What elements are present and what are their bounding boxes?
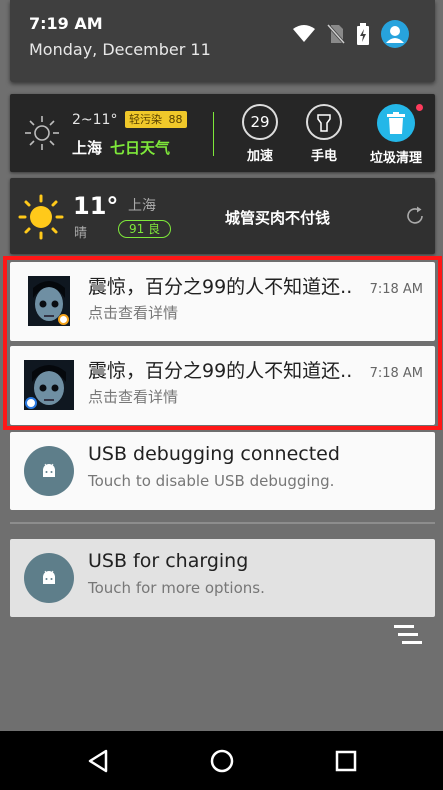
- usb-debug-subtitle: Touch to disable USB debugging.: [88, 472, 335, 490]
- notification-subtitle: 点击查看详情: [88, 304, 179, 322]
- news-notification[interactable]: 震惊，百分之99的人不知道还.. 点击查看详情 7:18 AM: [10, 346, 435, 425]
- sun-icon: [18, 194, 64, 240]
- usb-charging-subtitle: Touch for more options.: [88, 579, 265, 597]
- sun-outline-icon: [25, 116, 59, 150]
- boost-label: 加速: [246, 149, 273, 164]
- notification-time: 7:18 AM: [369, 282, 423, 297]
- news-headline[interactable]: 城管买肉不付钱: [225, 207, 330, 228]
- no-sim-icon: [327, 24, 345, 44]
- date-label: Monday, December 11: [29, 40, 211, 59]
- clock: 7:19 AM: [29, 14, 103, 33]
- trash-icon: [387, 112, 405, 134]
- wifi-icon: [293, 25, 315, 42]
- city-label: 上海: [72, 139, 103, 157]
- usb-charging-notification[interactable]: USB for charging Touch for more options.: [10, 539, 435, 617]
- battery-charging-icon: [357, 23, 369, 45]
- notification-thumbnail: [24, 360, 74, 410]
- notification-time: 7:18 AM: [369, 366, 423, 381]
- usb-charging-title: USB for charging: [88, 550, 249, 572]
- weather-condition: 晴: [74, 226, 88, 241]
- back-icon[interactable]: [84, 746, 114, 776]
- usb-debugging-notification[interactable]: USB debugging connected Touch to disable…: [10, 432, 435, 510]
- app-badge-icon: [58, 314, 69, 325]
- pollution-label: 轻污染: [129, 113, 162, 126]
- temperature-range: 2~11°: [72, 112, 118, 128]
- quick-tools-widget: 2~11° 轻污染 88 上海 七日天气 29 加速 手电 垃圾清理: [10, 94, 435, 172]
- current-temperature: 11°: [73, 192, 119, 220]
- notification-title: 震惊，百分之99的人不知道还..: [88, 276, 353, 298]
- refresh-icon[interactable]: [405, 206, 425, 226]
- navigation-bar: [0, 731, 443, 790]
- cleanup-button[interactable]: 垃圾清理: [364, 102, 428, 168]
- air-quality-badge: 91 良: [118, 220, 172, 238]
- flashlight-label: 手电: [310, 149, 337, 164]
- clear-all-icon[interactable]: [394, 624, 424, 646]
- weather-city: 上海: [128, 198, 156, 214]
- home-icon[interactable]: [207, 746, 237, 776]
- boost-ring: 29: [242, 104, 278, 140]
- cleanup-label: 垃圾清理: [369, 151, 422, 166]
- user-avatar-icon[interactable]: [381, 20, 409, 48]
- status-icons: [293, 20, 409, 48]
- notification-dot: [416, 104, 423, 111]
- weather-widget[interactable]: 11° 晴 上海 91 良 城管买肉不付钱: [10, 178, 435, 254]
- notification-title: 震惊，百分之99的人不知道还..: [88, 360, 353, 382]
- aqi-value: 88: [168, 113, 183, 126]
- notification-thumbnail: [28, 276, 70, 326]
- status-header: 7:19 AM Monday, December 11: [10, 0, 435, 82]
- seven-day-forecast-link[interactable]: 七日天气: [110, 137, 170, 158]
- notification-subtitle: 点击查看详情: [88, 388, 179, 406]
- android-icon: [24, 446, 74, 496]
- flashlight-button[interactable]: 手电: [304, 104, 344, 166]
- news-notification[interactable]: 震惊，百分之99的人不知道还.. 点击查看详情 7:18 AM: [10, 262, 435, 341]
- app-badge-icon: [25, 397, 37, 409]
- boost-button[interactable]: 29 加速: [240, 104, 280, 166]
- android-icon: [24, 553, 74, 603]
- flashlight-icon: [317, 114, 331, 132]
- usb-debug-title: USB debugging connected: [88, 443, 340, 465]
- widget-divider: [213, 112, 214, 156]
- section-divider: [10, 522, 435, 524]
- pollution-badge: 轻污染 88: [125, 111, 187, 128]
- recents-icon[interactable]: [331, 746, 361, 776]
